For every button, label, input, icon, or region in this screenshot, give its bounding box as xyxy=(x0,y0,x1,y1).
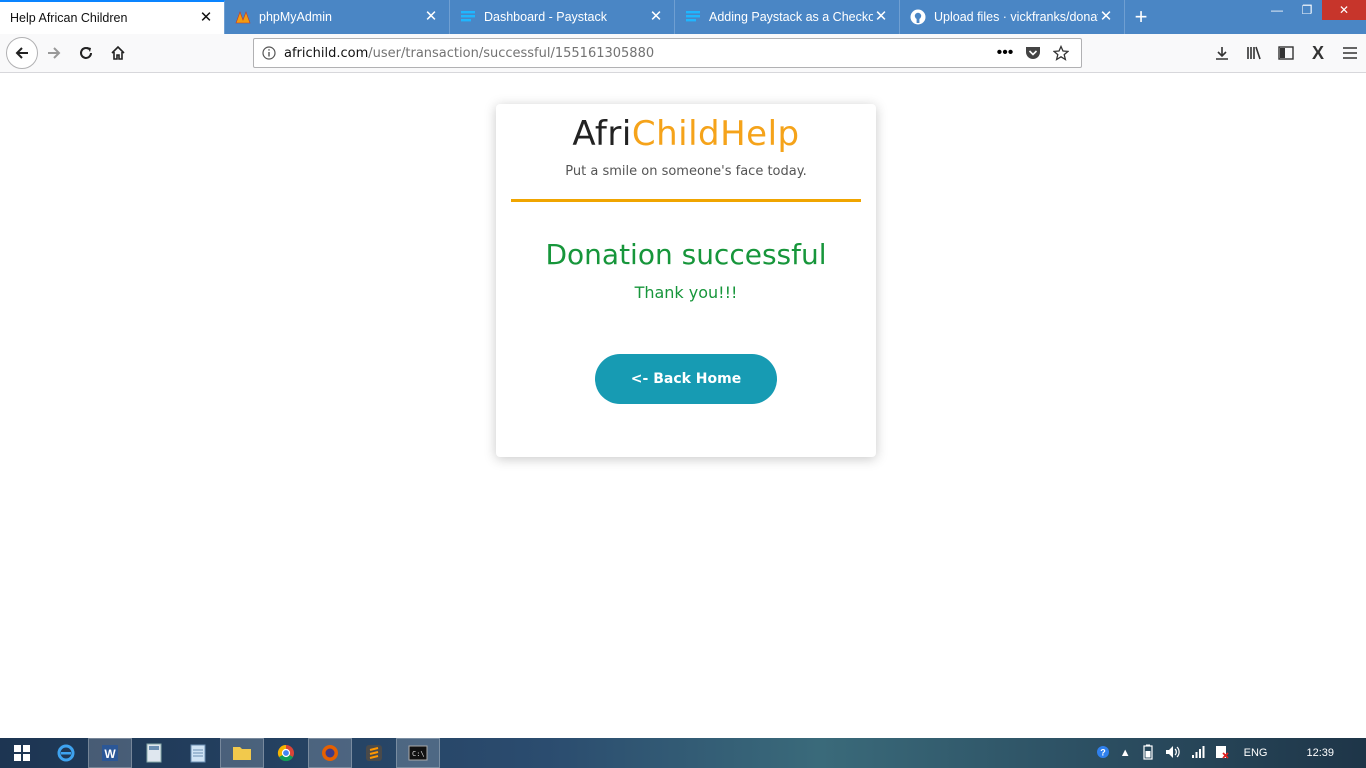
windows-taskbar: W C:\ ? ▲ ENG 12:39 xyxy=(0,738,1366,768)
tab-adding-paystack[interactable]: Adding Paystack as a Checkout ✕ xyxy=(675,0,900,34)
system-tray: ? ▲ ENG 12:39 xyxy=(1091,738,1366,768)
back-button[interactable] xyxy=(6,37,38,69)
logo-part-2: ChildHelp xyxy=(631,114,800,154)
network-signal-icon[interactable] xyxy=(1191,745,1205,761)
reload-icon xyxy=(80,47,92,59)
help-icon[interactable]: ? xyxy=(1096,745,1110,762)
restore-icon[interactable]: ❐ xyxy=(1292,0,1322,20)
tray-chevron-up-icon[interactable]: ▲ xyxy=(1120,747,1131,759)
paystack-icon xyxy=(685,9,701,25)
minimize-icon[interactable]: — xyxy=(1262,0,1292,20)
tab-phpmyadmin[interactable]: phpMyAdmin ✕ xyxy=(225,0,450,34)
chrome-icon[interactable] xyxy=(264,738,308,768)
tab-strip: Help African Children ✕ phpMyAdmin ✕ Das… xyxy=(0,0,1366,34)
window-close-icon[interactable]: ✕ xyxy=(1322,0,1366,20)
forward-arrow-icon xyxy=(48,47,61,59)
close-tab-icon[interactable]: ✕ xyxy=(198,10,214,26)
back-home-button[interactable]: <- Back Home xyxy=(595,354,777,404)
back-arrow-icon xyxy=(15,47,28,59)
tab-title: phpMyAdmin xyxy=(259,10,332,24)
site-info-icon[interactable] xyxy=(254,46,284,60)
notepad-icon[interactable] xyxy=(176,738,220,768)
tab-help-african-children[interactable]: Help African Children ✕ xyxy=(0,0,225,34)
word-icon[interactable]: W xyxy=(88,738,132,768)
github-icon xyxy=(910,9,926,25)
phpmyadmin-icon xyxy=(235,9,251,25)
extension-x-icon[interactable]: X xyxy=(1302,38,1334,68)
svg-text:W: W xyxy=(104,747,116,761)
volume-icon[interactable] xyxy=(1165,745,1181,762)
tab-dashboard-paystack[interactable]: Dashboard - Paystack ✕ xyxy=(450,0,675,34)
battery-icon[interactable] xyxy=(1141,744,1155,763)
language-indicator[interactable]: ENG xyxy=(1244,747,1268,759)
pocket-icon[interactable] xyxy=(1019,46,1047,60)
site-logo[interactable]: AfriChildHelp xyxy=(496,114,876,154)
url-path: /user/transaction/successful/15516130588… xyxy=(368,45,655,61)
url-text[interactable]: africhild.com/user/transaction/successfu… xyxy=(284,46,991,61)
bookmark-star-icon[interactable] xyxy=(1047,45,1075,61)
tagline: Put a smile on someone's face today. xyxy=(565,164,807,179)
downloads-icon[interactable] xyxy=(1206,38,1238,68)
sidebar-icon[interactable] xyxy=(1270,38,1302,68)
tab-title: Upload files · vickfranks/donati xyxy=(934,10,1098,24)
paystack-icon xyxy=(460,9,476,25)
tab-title: Adding Paystack as a Checkout xyxy=(709,10,873,24)
tab-upload-files-github[interactable]: Upload files · vickfranks/donati ✕ xyxy=(900,0,1125,34)
tab-title: Help African Children xyxy=(10,11,128,25)
windows-start-icon[interactable] xyxy=(0,738,44,768)
new-tab-button[interactable]: + xyxy=(1125,0,1157,34)
home-icon xyxy=(111,45,125,60)
page-actions-icon[interactable]: ••• xyxy=(991,44,1019,62)
library-icon[interactable] xyxy=(1238,38,1270,68)
tab-title: Dashboard - Paystack xyxy=(484,10,607,24)
navigation-bar: africhild.com/user/transaction/successfu… xyxy=(0,34,1366,73)
close-tab-icon[interactable]: ✕ xyxy=(423,9,439,25)
svg-text:?: ? xyxy=(1100,747,1106,757)
home-button[interactable] xyxy=(102,37,134,69)
url-bar[interactable]: africhild.com/user/transaction/successfu… xyxy=(253,38,1082,68)
action-center-icon[interactable] xyxy=(1215,745,1229,762)
close-tab-icon[interactable]: ✕ xyxy=(648,9,664,25)
divider xyxy=(511,199,861,202)
forward-button[interactable] xyxy=(38,37,70,69)
firefox-icon[interactable] xyxy=(308,738,352,768)
toolbar-right: X xyxy=(1206,38,1366,68)
reload-button[interactable] xyxy=(70,37,102,69)
sublime-text-icon[interactable] xyxy=(352,738,396,768)
menu-icon[interactable] xyxy=(1334,38,1366,68)
close-tab-icon[interactable]: ✕ xyxy=(873,9,889,25)
thank-you-text: Thank you!!! xyxy=(634,283,738,302)
url-domain: africhild.com xyxy=(284,45,369,61)
success-heading: Donation successful xyxy=(545,238,827,271)
internet-explorer-icon[interactable] xyxy=(44,738,88,768)
logo-part-1: Afri xyxy=(572,114,632,154)
file-explorer-icon[interactable] xyxy=(220,738,264,768)
calculator-icon[interactable] xyxy=(132,738,176,768)
command-prompt-icon[interactable]: C:\ xyxy=(396,738,440,768)
close-tab-icon[interactable]: ✕ xyxy=(1098,9,1114,25)
clock[interactable]: 12:39 xyxy=(1306,747,1334,759)
donation-card: AfriChildHelp Put a smile on someone's f… xyxy=(496,104,876,457)
window-controls: — ❐ ✕ xyxy=(1262,0,1366,22)
svg-text:C:\: C:\ xyxy=(412,750,425,758)
